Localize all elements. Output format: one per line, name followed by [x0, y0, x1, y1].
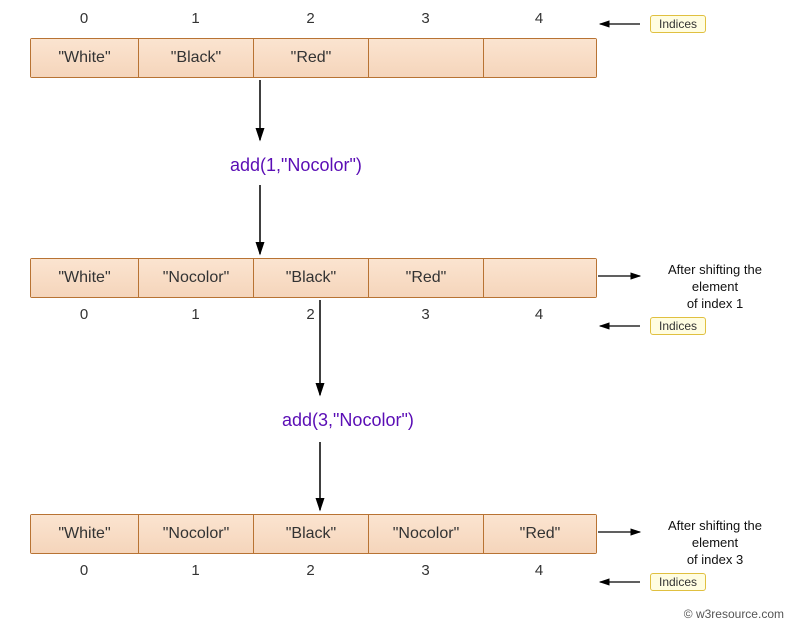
index-row-mid: 01234: [30, 306, 595, 323]
footer-credit: © w3resource.com: [684, 607, 784, 621]
annotation-line-1b: of index 1: [687, 296, 743, 311]
index-bot-1: 1: [138, 562, 253, 579]
array3-cell-2: "Black": [254, 515, 369, 553]
index-row-top: 01234: [30, 10, 595, 27]
method-call-1: add(1,"Nocolor"): [230, 155, 362, 176]
index-bot-3: 3: [368, 562, 483, 579]
index-mid-3: 3: [368, 306, 483, 323]
index-top-4: 4: [483, 10, 595, 27]
array1-cell-0: "White": [31, 39, 139, 77]
array3-cell-0: "White": [31, 515, 139, 553]
array3-cell-1: "Nocolor": [139, 515, 254, 553]
index-bot-0: 0: [30, 562, 138, 579]
array2-cell-2: "Black": [254, 259, 369, 297]
array1-cell-4: [484, 39, 596, 77]
annotation-after-shift-1: After shifting the element of index 1: [645, 262, 785, 313]
array2-cell-1: "Nocolor": [139, 259, 254, 297]
array-row-1: "White""Black""Red": [30, 38, 597, 78]
index-top-3: 3: [368, 10, 483, 27]
index-mid-0: 0: [30, 306, 138, 323]
arraylist-insert-diagram: 01234 Indices "White""Black""Red" add(1,…: [0, 0, 794, 627]
array1-cell-2: "Red": [254, 39, 369, 77]
array2-cell-4: [484, 259, 596, 297]
array-row-3: "White""Nocolor""Black""Nocolor""Red": [30, 514, 597, 554]
index-mid-1: 1: [138, 306, 253, 323]
index-top-1: 1: [138, 10, 253, 27]
annotation-line-1a: After shifting the element: [668, 262, 762, 294]
index-top-2: 2: [253, 10, 368, 27]
array2-cell-0: "White": [31, 259, 139, 297]
index-mid-2: 2: [253, 306, 368, 323]
index-top-0: 0: [30, 10, 138, 27]
index-mid-4: 4: [483, 306, 595, 323]
index-row-bottom: 01234: [30, 562, 595, 579]
index-bot-2: 2: [253, 562, 368, 579]
annotation-line-2b: of index 3: [687, 552, 743, 567]
annotation-line-2a: After shifting the element: [668, 518, 762, 550]
annotation-after-shift-2: After shifting the element of index 3: [645, 518, 785, 569]
array3-cell-4: "Red": [484, 515, 596, 553]
method-call-2: add(3,"Nocolor"): [282, 410, 414, 431]
array3-cell-3: "Nocolor": [369, 515, 484, 553]
indices-badge-top: Indices: [650, 15, 706, 33]
array1-cell-1: "Black": [139, 39, 254, 77]
indices-badge-bottom: Indices: [650, 573, 706, 591]
array1-cell-3: [369, 39, 484, 77]
indices-badge-mid: Indices: [650, 317, 706, 335]
index-bot-4: 4: [483, 562, 595, 579]
array-row-2: "White""Nocolor""Black""Red": [30, 258, 597, 298]
array2-cell-3: "Red": [369, 259, 484, 297]
